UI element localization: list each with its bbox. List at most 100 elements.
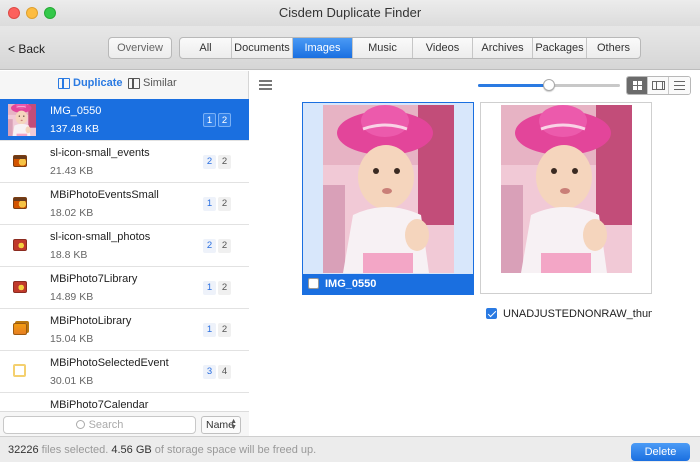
file-list[interactable]: IMG_0550 137.48 KB 1 2 sl-icon-small_events 2… <box>0 99 249 411</box>
group-count-badge: 2 <box>218 239 231 253</box>
photo-thumbnail <box>8 102 36 138</box>
similar-mode-label: Similar <box>143 77 177 89</box>
image-preview <box>323 105 454 273</box>
tab-others[interactable]: Others <box>587 38 640 58</box>
freed-size: 4.56 GB <box>111 444 152 456</box>
status-bar: 32226 files selected. 4.56 GB of storage… <box>0 436 700 462</box>
maximize-window-button[interactable] <box>44 7 56 19</box>
duplicate-count-badges: 34 <box>203 365 231 379</box>
similar-icon <box>128 77 140 89</box>
group-index-badge: 1 <box>203 281 216 295</box>
grid-view-button[interactable] <box>627 77 648 94</box>
group-index-badge: 1 <box>203 113 216 127</box>
slider-fill <box>478 84 549 87</box>
duplicate-mode-button[interactable]: Duplicate <box>58 77 123 89</box>
file-name: MBiPhotoLibrary <box>50 315 132 327</box>
category-tabs: All Documents Images Music Videos Archives Pac… <box>179 37 641 59</box>
back-button[interactable]: < Back <box>8 42 45 56</box>
list-item[interactable]: sl-icon-small_photos 18.8 KB 2 2 <box>0 225 249 267</box>
close-window-button[interactable] <box>8 7 20 19</box>
search-bar: Search Name ▲ ▼ <box>0 411 249 436</box>
list-item[interactable]: sl-icon-small_events 21.43 KB 2 2 <box>0 141 249 183</box>
file-name: MBiPhoto7Library <box>50 273 138 285</box>
minimize-window-button[interactable] <box>26 7 38 19</box>
thumbnail-size-slider[interactable] <box>478 79 620 91</box>
group-count-badge: 4 <box>218 365 231 379</box>
image-card[interactable] <box>302 102 474 294</box>
file-size: 14.89 KB <box>50 291 94 303</box>
group-count-badge: 2 <box>218 155 231 169</box>
baby-photo-icon <box>8 102 36 138</box>
duplicate-count-badges: 12 <box>203 281 231 295</box>
preview-panel: IMG_0550 UNADJUSTEDNONRAW_thumb_2... <box>250 71 700 436</box>
events-icon <box>13 155 27 167</box>
slider-knob[interactable] <box>543 79 555 91</box>
tab-music[interactable]: Music <box>353 38 413 58</box>
search-input[interactable]: Search <box>3 416 196 434</box>
group-index-badge: 1 <box>203 323 216 337</box>
baby-photo-icon <box>501 105 632 273</box>
baby-photo-icon <box>323 105 454 273</box>
group-index-badge: 2 <box>203 155 216 169</box>
file-name: sl-icon-small_photos <box>50 231 151 243</box>
group-count-badge: 2 <box>218 113 231 127</box>
overview-button[interactable]: Overview <box>108 37 172 59</box>
events-icon <box>13 197 27 209</box>
filmstrip-view-button[interactable] <box>648 77 669 94</box>
list-item[interactable]: MBiPhoto7Calendar <box>0 393 249 411</box>
group-index-badge: 2 <box>203 239 216 253</box>
duplicate-mode-label: Duplicate <box>73 77 123 89</box>
file-name: MBiPhoto7Calendar <box>50 399 149 411</box>
image-caption: IMG_0550 <box>302 274 474 295</box>
tab-packages[interactable]: Packages <box>533 38 587 58</box>
photos-icon <box>13 281 27 293</box>
file-size: 21.43 KB <box>50 165 94 177</box>
duplicate-count-badges: 12 <box>203 323 231 337</box>
image-preview <box>501 105 632 273</box>
list-item[interactable]: IMG_0550 137.48 KB 1 2 <box>0 99 249 141</box>
view-mode-buttons <box>626 76 691 95</box>
sort-arrows-icon: ▲ ▼ <box>230 418 237 431</box>
similar-mode-button[interactable]: Similar <box>128 77 177 89</box>
filmstrip-icon <box>652 81 665 90</box>
file-size: 30.01 KB <box>50 375 94 387</box>
search-icon <box>75 420 85 429</box>
list-item[interactable]: MBiPhotoLibrary 15.04 KB 1 2 <box>0 309 249 351</box>
files-selected-text: files selected. <box>38 444 112 456</box>
list-view-button[interactable] <box>669 77 690 94</box>
sort-select[interactable]: Name ▲ ▼ <box>201 416 241 434</box>
selected-count: 32226 <box>8 444 39 456</box>
title-bar: Cisdem Duplicate Finder <box>0 0 700 26</box>
delete-button[interactable]: Delete <box>631 443 690 461</box>
grid-icon <box>633 81 642 90</box>
image-card[interactable] <box>480 102 652 294</box>
select-checkbox[interactable] <box>308 278 319 289</box>
toolbar: < Back Overview All Documents Images Music V… <box>0 26 700 70</box>
tab-images[interactable]: Images <box>293 38 353 58</box>
duplicate-count-badges: 12 <box>203 197 231 211</box>
list-item[interactable]: MBiPhotoSelectedEvent 30.01 KB 3 4 <box>0 351 249 393</box>
list-item[interactable]: MBiPhoto7Library 14.89 KB 1 2 <box>0 267 249 309</box>
duplicate-count-badges: 12 <box>203 113 231 127</box>
file-size: 18.02 KB <box>50 207 94 219</box>
file-size: 18.8 KB <box>50 249 88 261</box>
file-name: MBiPhotoEventsSmall <box>50 189 159 201</box>
window-title: Cisdem Duplicate Finder <box>278 5 422 20</box>
storage-freed-text: of storage space will be freed up. <box>151 444 317 456</box>
file-name: MBiPhotoSelectedEvent <box>50 357 169 369</box>
tab-videos[interactable]: Videos <box>413 38 473 58</box>
image-file-name: UNADJUSTEDNONRAW_thumb_2... <box>503 308 652 320</box>
tab-archives[interactable]: Archives <box>473 38 533 58</box>
tab-documents[interactable]: Documents <box>232 38 293 58</box>
select-checkbox[interactable] <box>486 308 497 319</box>
mode-switch: Duplicate Similar <box>0 71 249 99</box>
tab-all[interactable]: All <box>180 38 232 58</box>
group-count-badge: 2 <box>218 197 231 211</box>
list-options-icon[interactable] <box>259 80 272 90</box>
library-icon <box>13 323 27 335</box>
image-caption: UNADJUSTEDNONRAW_thumb_2... <box>480 304 652 325</box>
list-item[interactable]: MBiPhotoEventsSmall 18.02 KB 1 2 <box>0 183 249 225</box>
file-size: 15.04 KB <box>50 333 94 345</box>
list-icon <box>674 81 685 90</box>
file-name: IMG_0550 <box>50 105 102 117</box>
